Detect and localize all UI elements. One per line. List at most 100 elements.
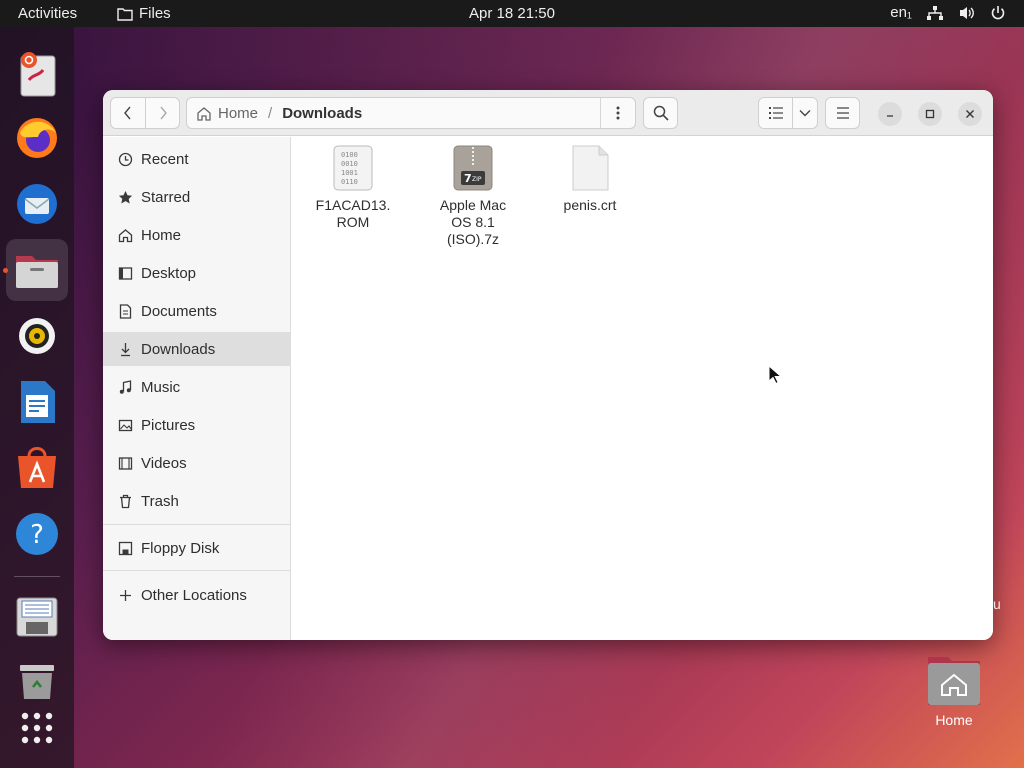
activities-button[interactable]: Activities (18, 5, 77, 22)
sidebar-item-downloads[interactable]: Downloads (103, 332, 290, 366)
writer-icon (21, 381, 55, 423)
7zip-archive-icon: 7 ZIP (453, 145, 493, 191)
path-current-folder[interactable]: Downloads (282, 105, 362, 122)
file-view[interactable]: 0100 0010 1001 0110 F1ACAD13. ROM 7 ZIP Appl… (292, 137, 993, 640)
rhythmbox-icon (19, 318, 55, 354)
dock-help[interactable]: ? (12, 509, 62, 559)
sidebar-item-floppy-disk[interactable]: Floppy Disk (103, 531, 290, 565)
sidebar-item-label: Desktop (141, 264, 197, 282)
sidebar-item-home[interactable]: Home (103, 218, 290, 252)
sidebar-item-starred[interactable]: Starred (103, 180, 290, 214)
firefox-icon (17, 118, 57, 158)
close-icon (966, 110, 974, 118)
chevron-right-icon (159, 106, 167, 120)
sidebar-item-label: Videos (141, 454, 187, 472)
header-bar: Home / Downloads (103, 90, 993, 136)
svg-text:?: ? (30, 520, 44, 550)
svg-text:1001: 1001 (341, 169, 358, 177)
path-menu-button[interactable] (600, 98, 635, 128)
thunderbird-icon (17, 184, 57, 224)
dock-app-center[interactable] (12, 443, 62, 493)
sidebar-item-music[interactable]: Music (103, 370, 290, 404)
close-button[interactable] (958, 102, 982, 126)
desktop-icon (117, 265, 133, 281)
dock-thunderbird[interactable] (12, 179, 62, 229)
list-view-icon (768, 107, 783, 119)
sidebar-item-videos[interactable]: Videos (103, 446, 290, 480)
floppy-icon (117, 540, 133, 556)
sidebar-item-label: Documents (141, 302, 217, 320)
dock-trash[interactable] (12, 657, 62, 707)
path-bar: Home / Downloads (186, 97, 636, 129)
chevron-down-icon (799, 110, 811, 117)
trash-icon (117, 493, 133, 509)
app-menu-label: Files (139, 5, 171, 22)
search-button[interactable] (643, 97, 678, 129)
app-menu[interactable]: Files (117, 5, 171, 22)
sidebar-item-documents[interactable]: Documents (103, 294, 290, 328)
plus-icon (117, 587, 133, 603)
dock-libreoffice-writer[interactable] (12, 377, 62, 427)
desktop-edge-text: u (993, 596, 1001, 612)
path-home-label: Home (218, 104, 259, 122)
system-tray[interactable]: en₁ (890, 4, 1006, 21)
dock-separator (14, 576, 60, 577)
app-center-icon (18, 447, 56, 488)
main-menu-button[interactable] (825, 97, 860, 129)
sidebar-item-label: Recent (141, 150, 189, 168)
top-bar: Activities Files Apr 18 21:50 en₁ (0, 0, 1024, 27)
sidebar-item-label: Music (141, 378, 181, 396)
list-view-button[interactable] (758, 97, 793, 129)
file-item[interactable]: penis.crt (535, 145, 645, 214)
dock-files[interactable] (6, 239, 68, 301)
star-icon (117, 189, 133, 205)
folder-icon (117, 7, 133, 21)
path-home-button[interactable]: Home (196, 105, 258, 122)
mouse-cursor-icon (768, 365, 782, 385)
chevron-left-icon (124, 106, 131, 120)
dock-firefox[interactable] (12, 113, 62, 163)
dock-show-apps[interactable] (12, 703, 62, 753)
installer-icon (20, 52, 56, 97)
help-icon: ? (16, 513, 58, 555)
music-icon (117, 379, 133, 395)
file-name-line: (ISO).7z (446, 231, 500, 247)
files-icon (16, 256, 58, 288)
back-button[interactable] (110, 97, 146, 129)
desktop-home-label: Home (935, 712, 973, 728)
svg-text:ZIP: ZIP (472, 176, 482, 183)
sidebar-item-recent[interactable]: Recent (103, 142, 290, 176)
sidebar-item-label: Home (141, 226, 182, 244)
maximize-button[interactable] (918, 102, 942, 126)
file-item[interactable]: 0100 0010 1001 0110 F1ACAD13. ROM (298, 145, 408, 231)
sidebar-item-label: Starred (141, 188, 191, 206)
input-source-indicator[interactable]: en₁ (890, 4, 912, 21)
search-icon (653, 105, 669, 121)
sidebar-item-desktop[interactable]: Desktop (103, 256, 290, 290)
minimize-button[interactable] (878, 102, 902, 126)
home-icon (197, 106, 211, 121)
blank-file-icon (570, 145, 610, 191)
file-name-line: Apple Mac (439, 197, 507, 213)
view-options-dropdown[interactable] (792, 97, 818, 129)
sidebar-item-label: Floppy Disk (141, 539, 220, 557)
vertical-ellipsis-icon (616, 106, 620, 120)
show-apps-icon (21, 712, 53, 744)
sidebar-item-trash[interactable]: Trash (103, 484, 290, 518)
binary-file-icon: 0100 0010 1001 0110 (333, 145, 373, 191)
sidebar-item-label: Downloads (141, 340, 216, 358)
minimize-icon (887, 115, 893, 117)
desktop-home-shortcut[interactable]: Home (918, 653, 990, 728)
file-item[interactable]: 7 ZIP Apple Mac OS 8.1 (ISO).7z (418, 145, 528, 248)
dock-rhythmbox[interactable] (12, 311, 62, 361)
sidebar-item-pictures[interactable]: Pictures (103, 408, 290, 442)
file-name-line: F1ACAD13. (315, 197, 391, 213)
dock-ubuntu-installer[interactable] (12, 49, 62, 99)
sidebar-item-other-locations[interactable]: Other Locations (103, 578, 290, 612)
volume-icon (960, 6, 974, 19)
clock[interactable]: Apr 18 21:50 (469, 5, 555, 22)
dock-floppy-disk[interactable] (12, 592, 62, 642)
document-icon (117, 303, 133, 319)
forward-button[interactable] (145, 97, 180, 129)
files-window: Home / Downloads Recent Starred Home Des… (103, 90, 993, 640)
